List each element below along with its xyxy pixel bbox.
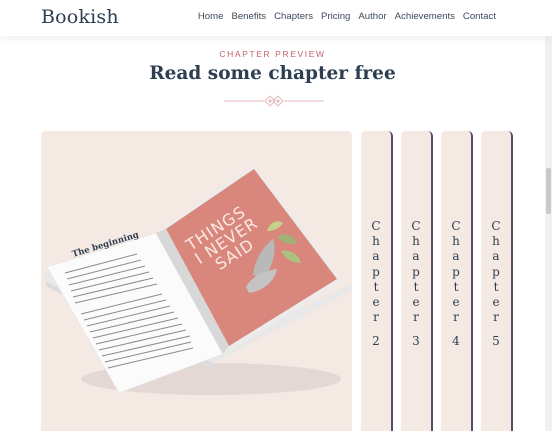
nav-achievements[interactable]: Achievements (395, 11, 455, 22)
site-header: Bookish Home Benefits Chapters Pricing A… (0, 0, 552, 36)
chapter-tab-label: C h a p t e r (411, 219, 421, 325)
chapter-tab-label: C h a p t e r (451, 219, 461, 325)
chapter-tab-3[interactable]: C h a p t e r 3 (401, 131, 433, 431)
nav-pricing[interactable]: Pricing (321, 11, 350, 22)
chapter-tab-number: 2 (372, 334, 380, 348)
main-nav: Home Benefits Chapters Pricing Author Ac… (198, 11, 496, 22)
page-scrollbar-track[interactable] (545, 36, 552, 431)
section-title: Read some chapter free (149, 63, 396, 84)
brand-logo[interactable]: Bookish (41, 6, 119, 28)
page-scrollbar-thumb[interactable] (546, 168, 551, 214)
nav-contact[interactable]: Contact (463, 11, 496, 22)
section-eyebrow: CHAPTER PREVIEW (219, 49, 326, 59)
chapter-tab-5[interactable]: C h a p t e r 5 (481, 131, 513, 431)
chapter-preview-card: The beginning THINGS I NEVER SAID (41, 131, 352, 431)
chapter-tab-2[interactable]: C h a p t e r 2 (361, 131, 393, 431)
chapter-tab-4[interactable]: C h a p t e r 4 (441, 131, 473, 431)
nav-home[interactable]: Home (198, 11, 224, 22)
chapter-tab-number: 4 (452, 334, 460, 348)
chapter-tab-number: 3 (412, 334, 420, 348)
chapter-tab-label: C h a p t e r (371, 219, 381, 325)
chapter-tab-number: 5 (492, 334, 500, 348)
nav-author[interactable]: Author (358, 11, 386, 22)
diamond-ornament-icon (224, 95, 324, 107)
nav-chapters[interactable]: Chapters (274, 11, 313, 22)
book-body-text (64, 253, 194, 369)
chapter-tab-label: C h a p t e r (491, 219, 501, 325)
nav-benefits[interactable]: Benefits (231, 11, 266, 22)
